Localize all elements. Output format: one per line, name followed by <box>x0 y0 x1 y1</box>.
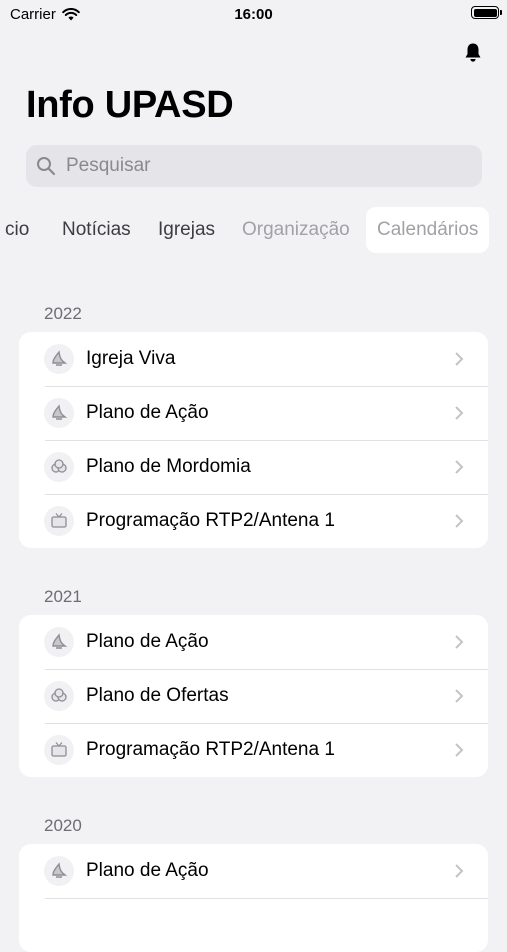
coins-icon <box>44 681 74 711</box>
tv-icon <box>44 735 74 765</box>
flame-icon <box>44 344 74 374</box>
list-item-label: Plano de Ação <box>86 860 209 881</box>
chevron-right-icon <box>454 513 464 529</box>
flame-icon <box>44 856 74 886</box>
tv-icon <box>44 506 74 536</box>
tab-bar: cio Notícias Igrejas Organização Calendá… <box>0 207 507 253</box>
tab-noticias[interactable]: Notícias <box>62 207 131 253</box>
list-item-label: Plano de Ação <box>86 402 209 423</box>
section-header-2020: 2020 <box>44 816 82 835</box>
list-item-label: Plano de Ofertas <box>86 685 229 706</box>
list-item-plano-de-acao[interactable]: Plano de Ação <box>19 386 488 440</box>
search-input[interactable] <box>64 154 448 178</box>
status-bar: Carrier 16:00 <box>0 0 507 30</box>
flame-icon <box>44 398 74 428</box>
tab-inicio[interactable]: cio <box>5 207 29 253</box>
list-item-plano-de-acao[interactable]: Plano de Ação <box>19 615 488 669</box>
section-card-2022: Igreja Viva Plano de Ação Plano de Mordo… <box>19 332 488 548</box>
list-item-plano-de-acao[interactable]: Plano de Ação <box>19 844 488 898</box>
tab-organizacao[interactable]: Organização <box>242 207 350 253</box>
page-title: Info UPASD <box>26 84 234 126</box>
bell-icon[interactable] <box>463 42 483 64</box>
coins-icon <box>44 452 74 482</box>
list-item-label: Plano de Mordomia <box>86 456 251 477</box>
list-item-programacao-rtp2[interactable]: Programação RTP2/Antena 1 <box>19 723 488 777</box>
chevron-right-icon <box>454 688 464 704</box>
flame-icon <box>44 627 74 657</box>
list-item-label: Plano de Ação <box>86 631 209 652</box>
list-item-label: Programação RTP2/Antena 1 <box>86 739 335 760</box>
chevron-right-icon <box>454 459 464 475</box>
list-item-label: Igreja Viva <box>86 348 176 369</box>
list-item-label: Programação RTP2/Antena 1 <box>86 510 335 531</box>
list-item-plano-de-mordomia[interactable]: Plano de Mordomia <box>19 440 488 494</box>
list-item-partial[interactable] <box>19 898 488 952</box>
section-card-2021: Plano de Ação Plano de Ofertas Programaç… <box>19 615 488 777</box>
tab-calendarios[interactable]: Calendários <box>366 207 490 253</box>
section-header-2022: 2022 <box>44 304 82 323</box>
chevron-right-icon <box>454 863 464 879</box>
section-header-2021: 2021 <box>44 587 82 606</box>
chevron-right-icon <box>454 742 464 758</box>
battery-icon <box>471 6 502 19</box>
section-card-2020: Plano de Ação <box>19 844 488 952</box>
list-item-programacao-rtp2[interactable]: Programação RTP2/Antena 1 <box>19 494 488 548</box>
list-item-plano-de-ofertas[interactable]: Plano de Ofertas <box>19 669 488 723</box>
search-icon <box>37 157 56 176</box>
search-bar[interactable] <box>26 145 482 187</box>
status-time: 16:00 <box>234 6 273 23</box>
tab-igrejas[interactable]: Igrejas <box>158 207 215 253</box>
chevron-right-icon <box>454 351 464 367</box>
chevron-right-icon <box>454 634 464 650</box>
chevron-right-icon <box>454 405 464 421</box>
list-item-igreja-viva[interactable]: Igreja Viva <box>19 332 488 386</box>
